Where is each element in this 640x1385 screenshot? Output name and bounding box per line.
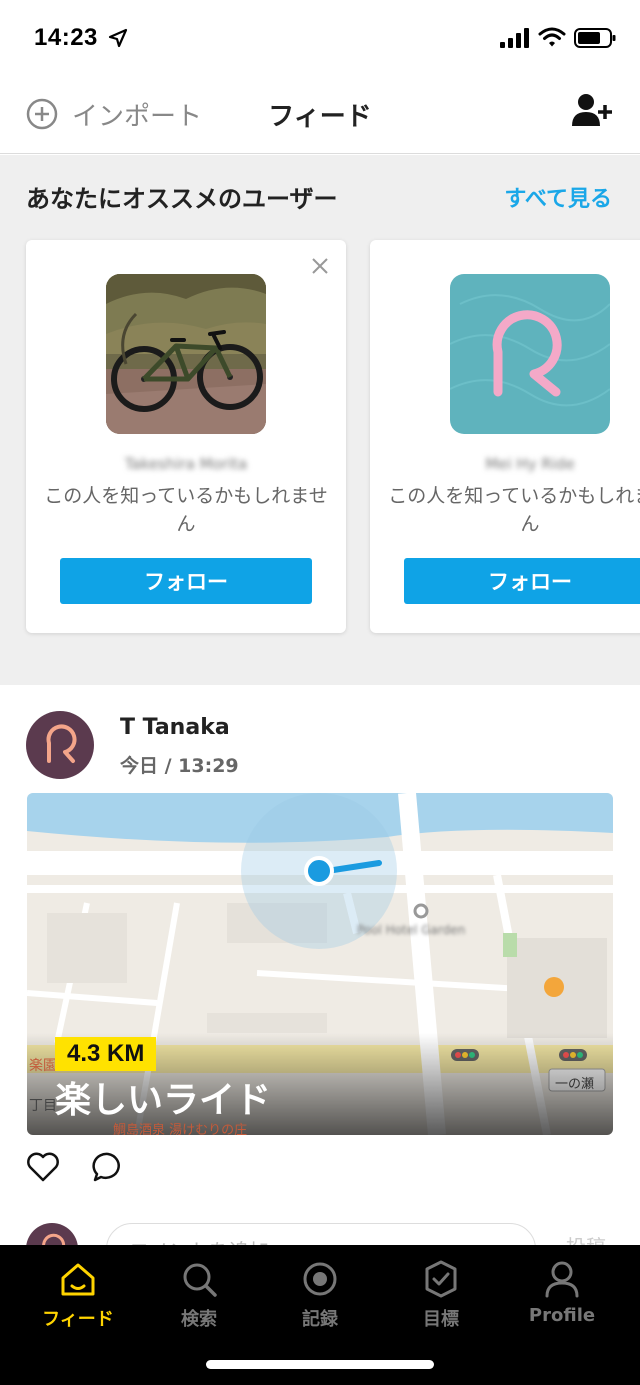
tab-search[interactable]: 検索 <box>139 1259 259 1339</box>
tab-goals[interactable]: 目標 <box>381 1259 501 1339</box>
record-icon <box>303 1262 337 1296</box>
import-label: インポート <box>72 101 203 132</box>
search-icon <box>183 1263 217 1297</box>
comment-bubble-icon[interactable] <box>92 1151 124 1183</box>
see-all-link[interactable]: すべて見る <box>504 181 612 213</box>
suggested-user-card[interactable]: Takeshira Morita この人を知っているかもしれません フォロー <box>26 240 346 633</box>
suggested-user-reason: この人を知っているかもしれません <box>388 485 640 535</box>
tab-profile[interactable]: Profile <box>502 1259 622 1339</box>
top-nav-bar: インポート フィード <box>0 78 640 154</box>
tab-label: 目標 <box>423 1309 459 1330</box>
plus-circle-icon <box>26 98 58 130</box>
post-timestamp: 今日 / 13:29 <box>120 755 239 777</box>
home-icon <box>61 1263 95 1296</box>
map-left-label: 楽園 <box>29 1058 57 1074</box>
goal-badge-icon <box>425 1260 457 1298</box>
wifi-icon <box>538 27 566 47</box>
home-indicator[interactable] <box>206 1360 434 1369</box>
map-street-label: 一の瀬 <box>555 1077 595 1092</box>
user-photo-app-logo <box>450 274 610 434</box>
ride-title: 楽しいライド <box>55 1080 272 1121</box>
suggested-user-name: Takeshira Morita <box>124 455 248 473</box>
map-left-label-2: 丁目 <box>29 1098 57 1114</box>
tab-label: 検索 <box>181 1309 217 1330</box>
tab-record[interactable]: 記録 <box>260 1259 380 1339</box>
map-place-label: Pool Hotel Garden <box>357 923 466 937</box>
close-icon[interactable] <box>310 256 330 276</box>
suggested-users-section: あなたにオススメのユーザー すべて見る Takeshira Morita この人… <box>0 155 640 685</box>
ride-map[interactable]: 一の瀬 Pool Hotel Garden 楽園 丁目 鯛島酒泉 湯けむりの庄 … <box>27 793 613 1135</box>
tab-label: 記録 <box>302 1309 338 1330</box>
suggested-users-title: あなたにオススメのユーザー <box>26 185 338 213</box>
add-user-icon[interactable] <box>570 92 614 132</box>
suggested-user-card[interactable]: Mei Hy Ride この人を知っているかもしれません フォロー <box>370 240 640 633</box>
heart-icon[interactable] <box>26 1151 60 1183</box>
user-photo-bicycle <box>106 274 266 434</box>
avatar[interactable] <box>26 711 94 779</box>
profile-icon <box>545 1261 579 1298</box>
tab-label: フィード <box>42 1309 114 1330</box>
suggested-user-reason: この人を知っているかもしれません <box>44 485 328 535</box>
tab-label: Profile <box>528 1305 596 1326</box>
location-arrow-icon <box>108 28 128 48</box>
follow-button[interactable]: フォロー <box>404 558 640 604</box>
battery-icon <box>574 28 616 48</box>
suggested-user-name: Mei Hy Ride <box>485 455 575 473</box>
cellular-signal-icon <box>500 28 529 48</box>
import-button[interactable]: インポート <box>26 94 202 134</box>
post-user-name[interactable]: T Tanaka <box>120 715 230 740</box>
status-bar: 14:23 <box>0 0 640 78</box>
tab-feed[interactable]: フィード <box>18 1259 138 1339</box>
feed-post: T Tanaka 今日 / 13:29 一の瀬 Pool Hotel Garde… <box>0 685 640 1275</box>
follow-button[interactable]: フォロー <box>60 558 312 604</box>
status-time: 14:23 <box>34 24 98 51</box>
distance-badge: 4.3 KM <box>55 1037 157 1071</box>
